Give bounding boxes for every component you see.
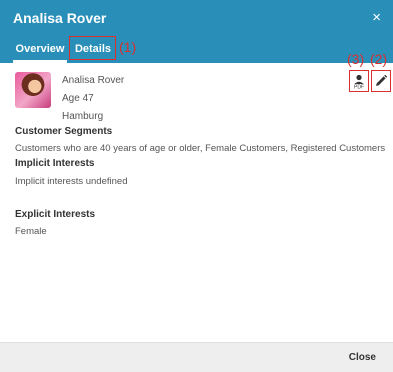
close-button[interactable]: Close bbox=[349, 352, 376, 363]
annotation-label-1: (1) bbox=[119, 39, 137, 55]
pencil-icon[interactable] bbox=[373, 73, 389, 89]
explicit-interests-heading: Explicit Interests bbox=[15, 209, 96, 220]
annotation-label-3: (3) bbox=[347, 51, 365, 67]
profile-city: Hamburg bbox=[62, 111, 104, 122]
dialog-title: Analisa Rover bbox=[13, 10, 107, 26]
svg-text:PDF: PDF bbox=[354, 85, 364, 90]
annotation-box-details bbox=[69, 36, 116, 60]
tab-overview[interactable]: Overview bbox=[13, 37, 67, 63]
implicit-interests-text: Implicit interests undefined bbox=[15, 176, 128, 187]
implicit-interests-heading: Implicit Interests bbox=[15, 158, 95, 169]
user-pdf-icon[interactable]: PDF bbox=[351, 73, 367, 91]
close-icon[interactable]: × bbox=[372, 10, 381, 25]
profile-age: Age 47 bbox=[62, 93, 94, 104]
customer-segments-text: Customers who are 40 years of age or old… bbox=[15, 143, 386, 154]
explicit-interests-text: Female bbox=[15, 226, 47, 237]
profile-name: Analisa Rover bbox=[62, 75, 125, 86]
annotation-label-2: (2) bbox=[370, 51, 388, 67]
dialog-footer: Close bbox=[0, 342, 393, 372]
dialog-header: Analisa Rover × Overview Details bbox=[0, 0, 393, 63]
customer-segments-heading: Customer Segments bbox=[15, 126, 113, 137]
avatar bbox=[15, 72, 51, 108]
